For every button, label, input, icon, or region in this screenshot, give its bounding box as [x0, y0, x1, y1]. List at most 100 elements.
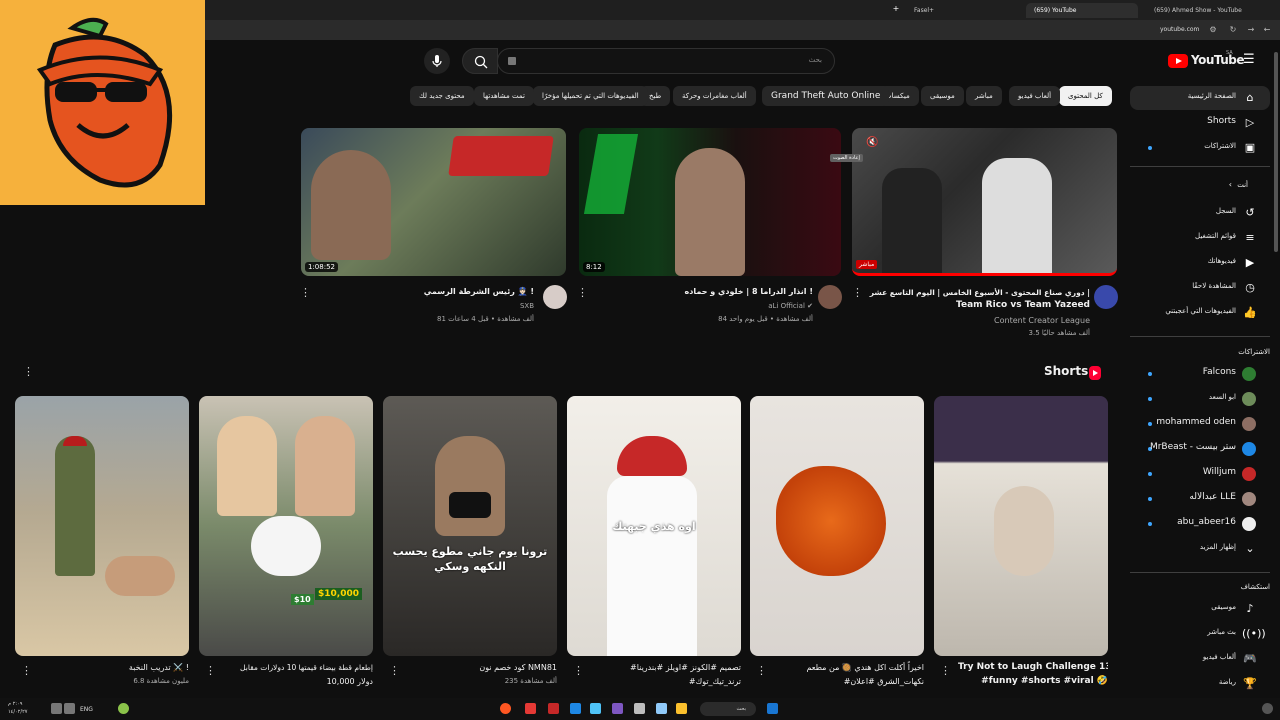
taskbar-app-icon[interactable] [570, 703, 581, 714]
sidebar-item-shorts[interactable]: Shorts ▷ [1130, 111, 1270, 135]
shelf-more-options-icon[interactable]: ⋮ [23, 365, 34, 378]
short-thumbnail[interactable]: $10 $10,000 [199, 396, 373, 656]
sidebar-item-live[interactable]: بث مباشر ((•)) [1130, 622, 1270, 646]
sidebar-sub-mrbeast[interactable]: MrBeast - ستر بيست [1130, 437, 1270, 461]
chip-recently-uploaded[interactable]: الفيديوهات التي تم تحميلها مؤخرًا [533, 86, 648, 106]
volume-icon[interactable] [51, 703, 62, 714]
short-title[interactable]: كود خصم نون NMN81 [407, 661, 557, 674]
avatar[interactable] [543, 285, 567, 309]
more-options-icon[interactable]: ⋮ [573, 664, 584, 677]
tab-fasel[interactable]: Fasel+ [906, 3, 1016, 18]
channel-name[interactable]: aLi Official ✔ [768, 302, 813, 310]
video-thumbnail[interactable]: 1:08:52 [301, 128, 566, 276]
sidebar-item-liked[interactable]: الفيديوهات التي أعجبتني 👍 [1130, 301, 1270, 325]
tray-app-icon[interactable] [118, 703, 129, 714]
short-thumbnail[interactable] [750, 396, 924, 656]
hamburger-menu-icon[interactable]: ☰ [1243, 53, 1257, 67]
more-options-icon[interactable]: ⋮ [300, 286, 311, 299]
taskbar-time[interactable]: ٢:٠٩ م [8, 701, 22, 707]
taskbar-app-icon[interactable] [548, 703, 559, 714]
short-title-line-2[interactable]: 10,000 دولار [223, 675, 373, 688]
avatar[interactable] [1094, 285, 1118, 309]
youtube-logo[interactable]: YouTube SA [1168, 50, 1245, 70]
short-thumbnail[interactable] [15, 396, 189, 656]
video-thumbnail[interactable]: 8:12 [579, 128, 841, 276]
notification-icon[interactable] [1262, 703, 1273, 714]
sidebar-item-sports[interactable]: رياضة 🏆 [1130, 672, 1270, 696]
taskbar-app-icon[interactable] [500, 703, 511, 714]
short-title[interactable]: #تصميم #الكونز #اويلز #بندرينا [591, 661, 741, 674]
sidebar-you-header[interactable]: أنت ‹ [1130, 175, 1270, 199]
mute-icon[interactable]: 🔇 [866, 137, 878, 148]
sidebar-item-gaming[interactable]: ألعاب فيديو 🎮 [1130, 647, 1270, 671]
video-thumbnail-live-preview[interactable]: مباشر 🔇 [852, 128, 1117, 276]
back-icon[interactable]: → [1246, 25, 1256, 35]
short-thumbnail[interactable] [934, 396, 1108, 656]
chip-all[interactable]: كل المحتوى [1059, 86, 1112, 106]
tab-youtube[interactable]: (659) YouTube [1026, 3, 1138, 18]
chip-watched[interactable]: تمت مشاهدتها [474, 86, 534, 106]
more-options-icon[interactable]: ⋮ [756, 664, 767, 677]
keyboard-icon[interactable] [508, 57, 516, 65]
taskbar-app-icon[interactable] [656, 703, 667, 714]
short-title-line-2[interactable]: #نكهات_الشرق #اعلان [774, 675, 924, 688]
taskbar-search[interactable]: بحث [700, 702, 756, 716]
short-thumbnail[interactable]: ترونا يوم جاني مطوع يحسب النكهه وسكي [383, 396, 557, 656]
sidebar-item-watch-later[interactable]: المشاهدة لاحقًا ◷ [1130, 276, 1270, 300]
taskbar-date[interactable]: ١٤/٠٢/٢٧ [8, 709, 27, 715]
page-scrollbar[interactable] [1273, 40, 1280, 698]
sidebar-item-playlists[interactable]: قوائم التشغيل ≡ [1130, 226, 1270, 250]
forward-icon[interactable]: ← [1262, 25, 1272, 35]
sidebar-show-more[interactable]: إظهار المزيد ⌄ [1130, 537, 1270, 561]
short-title[interactable]: تدريب النخبة ⚔️ ! [39, 661, 189, 674]
chip-live[interactable]: مباشر [966, 86, 1002, 106]
taskbar-app-icon[interactable] [525, 703, 536, 714]
short-title[interactable]: اخيراً أكلت اكل هندي 🥘 من مطعم [774, 661, 924, 674]
voice-search-button[interactable] [424, 48, 450, 74]
language-indicator[interactable]: ENG [80, 706, 93, 713]
chip-music[interactable]: موسيقى [921, 86, 964, 106]
sidebar-sub-abu-saad[interactable]: ابو السعد [1130, 387, 1270, 411]
sidebar-sub-falcons[interactable]: Falcons [1130, 362, 1270, 386]
short-title-line-2[interactable]: #funny #shorts #viral 🤣 [958, 675, 1108, 688]
short-title[interactable]: إطعام قطة بيضاء قيمتها 10 دولارات مقابل [223, 661, 373, 674]
tab-ahmed-show[interactable]: (659) Ahmed Show - YouTube [1146, 3, 1258, 18]
site-settings-icon[interactable]: ⚙ [1208, 25, 1218, 35]
chip-gta-online[interactable]: Grand Theft Auto Online [762, 86, 890, 106]
network-icon[interactable] [64, 703, 75, 714]
reload-icon[interactable]: ↻ [1228, 25, 1238, 35]
channel-name[interactable]: Content Creator League [994, 316, 1090, 325]
video-title[interactable]: رئيس الشرطة الرسمي 👮🏻 ! [424, 285, 534, 298]
sidebar-item-your-videos[interactable]: فيديوهاتك ▶ [1130, 251, 1270, 275]
windows-start-icon[interactable] [767, 703, 778, 714]
avatar[interactable] [818, 285, 842, 309]
taskbar-app-icon[interactable] [676, 703, 687, 714]
sidebar-sub-abu-abeer[interactable]: abu_abeer16 [1130, 512, 1270, 536]
short-thumbnail[interactable]: اوه هذي جبهتك [567, 396, 741, 656]
more-options-icon[interactable]: ⋮ [940, 664, 951, 677]
new-tab-icon[interactable]: + [891, 4, 901, 14]
sidebar-sub-abdulelah[interactable]: عبدالاله LLE [1130, 487, 1270, 511]
taskbar-app-icon[interactable] [612, 703, 623, 714]
search-button[interactable] [462, 48, 498, 74]
short-title[interactable]: Try Not to Laugh Challenge 1325 [958, 661, 1108, 674]
chip-new-to-you[interactable]: محتوى جديد لك [410, 86, 474, 106]
more-options-icon[interactable]: ⋮ [852, 286, 863, 299]
video-title-line-1[interactable]: دوري صناع المحتوى - الأسبوع الخامس | الي… [870, 286, 1090, 299]
more-options-icon[interactable]: ⋮ [205, 664, 216, 677]
video-title[interactable]: انذار الدراما 8 | خلودي و حماده ! [685, 285, 813, 298]
sidebar-item-subscriptions[interactable]: الاشتراكات ▣ [1130, 136, 1270, 160]
file-explorer-icon[interactable] [634, 703, 645, 714]
scrollbar-thumb[interactable] [1274, 52, 1278, 252]
chip-gaming[interactable]: ألعاب فيديو [1009, 86, 1061, 106]
more-options-icon[interactable]: ⋮ [389, 664, 400, 677]
more-options-icon[interactable]: ⋮ [577, 286, 588, 299]
sidebar-item-history[interactable]: السجل ↺ [1130, 201, 1270, 225]
short-title-line-2[interactable]: #ترند_تيك_توك [591, 675, 741, 688]
sidebar-sub-willjum[interactable]: Willjum [1130, 462, 1270, 486]
sidebar-item-music[interactable]: موسيقى ♪ [1130, 597, 1270, 621]
taskbar-app-icon[interactable] [590, 703, 601, 714]
video-title-line-2[interactable]: Team Rico vs Team Yazeed [956, 299, 1090, 312]
more-options-icon[interactable]: ⋮ [21, 664, 32, 677]
sidebar-item-home[interactable]: الصفحة الرئيسية ⌂ [1130, 86, 1270, 110]
